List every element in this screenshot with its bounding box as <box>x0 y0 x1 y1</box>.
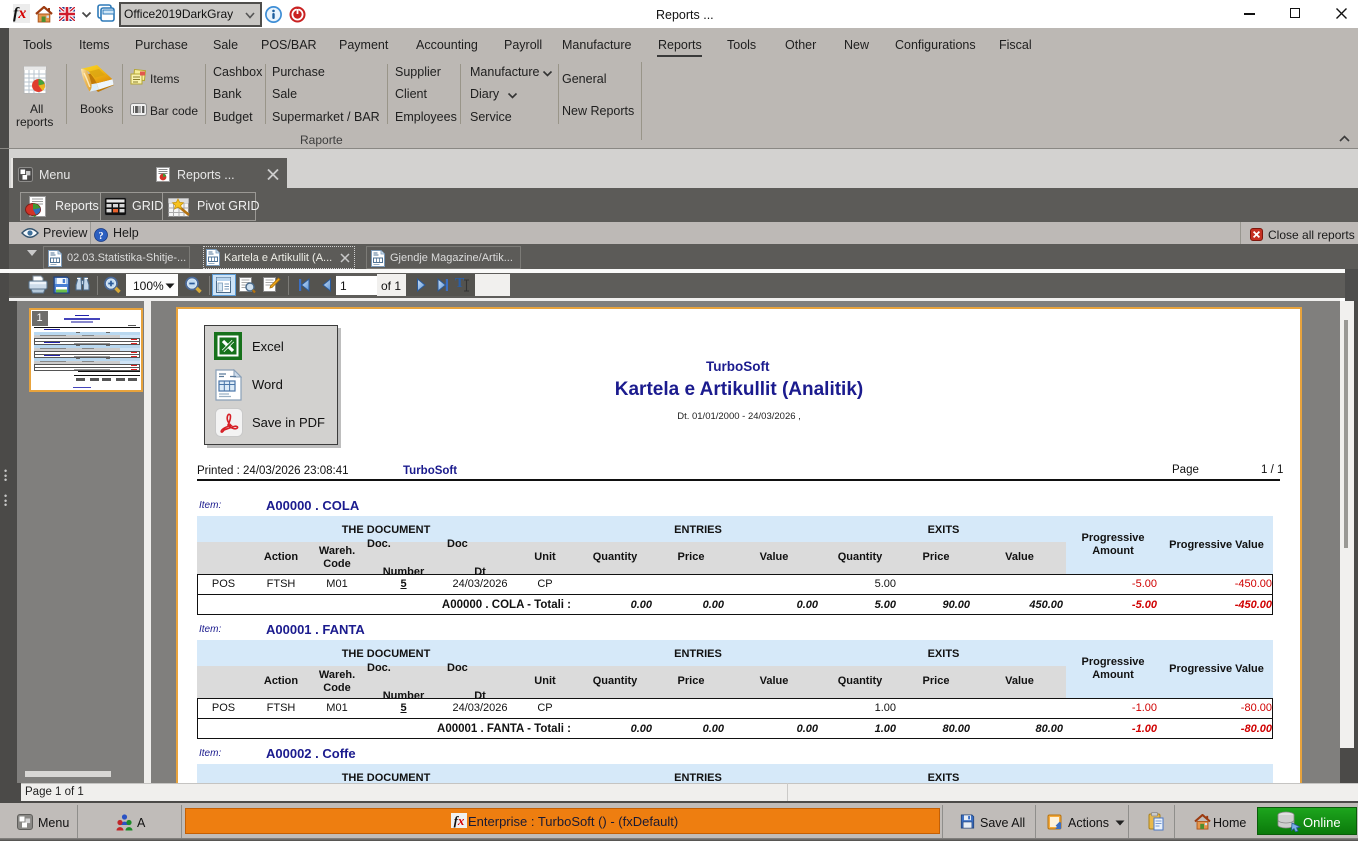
svg-text:?: ? <box>99 231 104 242</box>
